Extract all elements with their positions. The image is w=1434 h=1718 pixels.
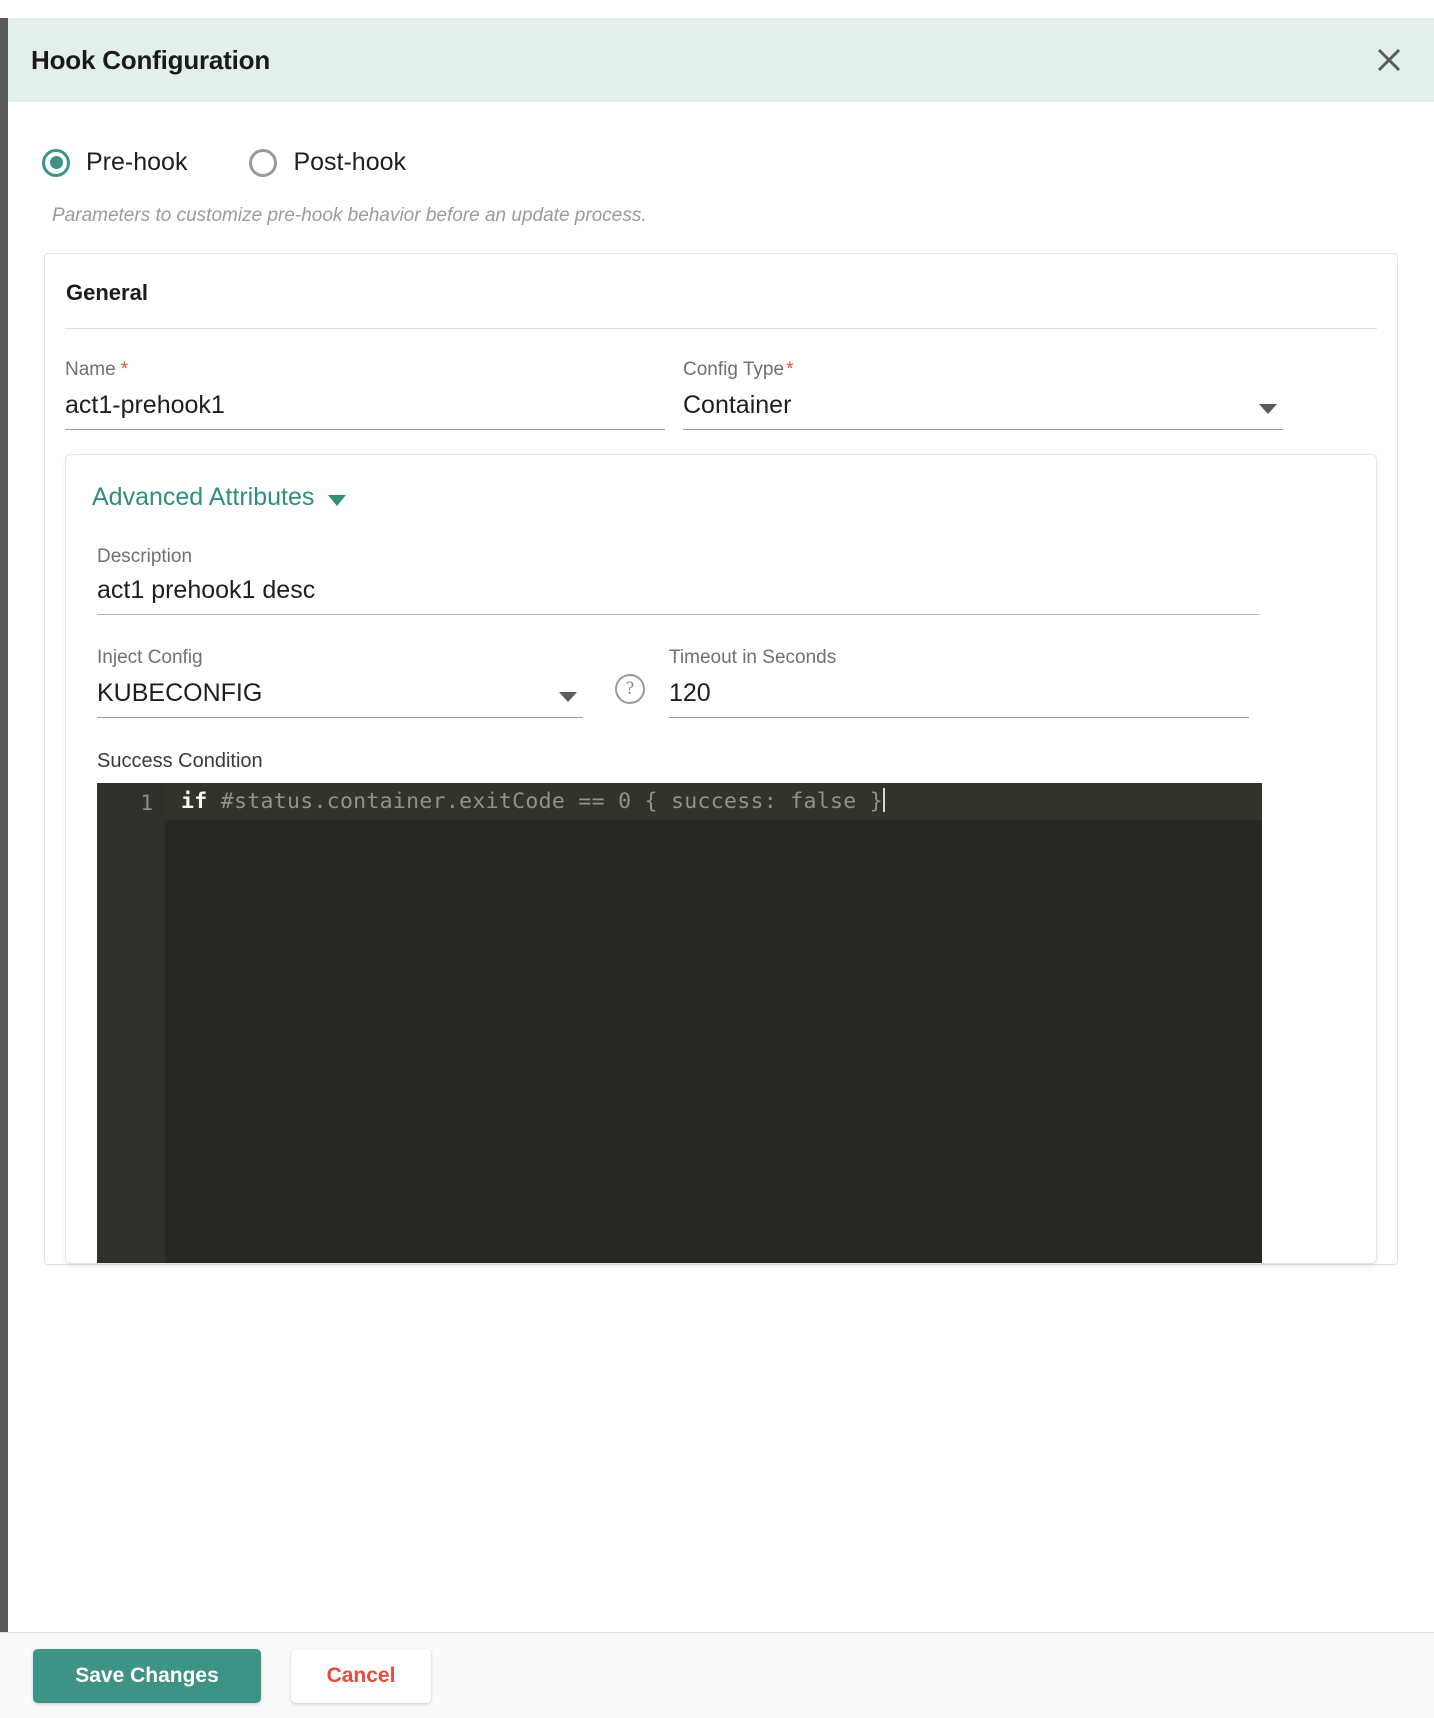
required-asterisk: *	[120, 359, 129, 380]
general-field-row: Name * act1-prehook1 Config Type * Contain…	[65, 329, 1377, 430]
name-field-group: Name * act1-prehook1	[65, 359, 665, 430]
config-type-field-group: Config Type * Container	[683, 359, 1283, 430]
dialog-header: Hook Configuration	[8, 18, 1434, 102]
inject-config-field-group: Inject Config KUBECONFIG	[97, 647, 583, 718]
chevron-down-icon	[328, 495, 347, 506]
radio-unselected-icon	[249, 148, 278, 177]
description-field-group: Description act1 prehook1 desc	[97, 546, 1350, 615]
name-input[interactable]: act1-prehook1	[65, 391, 665, 430]
radio-post-hook-label: Post-hook	[293, 148, 407, 176]
inject-timeout-row: Inject Config KUBECONFIG ? Timeout in Se…	[97, 615, 1350, 718]
required-asterisk: *	[786, 359, 794, 380]
radio-pre-hook-label: Pre-hook	[86, 148, 188, 176]
dialog-body: Pre-hook Post-hook Parameters to customi…	[8, 102, 1434, 1718]
radio-pre-hook[interactable]: Pre-hook	[42, 148, 187, 177]
advanced-attributes-toggle[interactable]: Advanced Attributes	[92, 483, 347, 518]
inject-config-select[interactable]: KUBECONFIG	[97, 679, 583, 718]
chevron-down-icon[interactable]	[559, 692, 577, 702]
code-keyword: if	[181, 789, 208, 814]
close-icon[interactable]	[1370, 41, 1408, 79]
timeout-field-group: Timeout in Seconds 120	[669, 647, 1249, 718]
advanced-attributes-label: Advanced Attributes	[92, 483, 315, 511]
page-title: Hook Configuration	[31, 44, 271, 75]
dialog-left-rail	[0, 0, 8, 1632]
editor-code-line[interactable]: if #status.container.exitCode == 0 { suc…	[165, 783, 1262, 820]
timeout-input[interactable]: 120	[669, 679, 1249, 718]
code-expression: #status.container.exitCode == 0 { succes…	[207, 789, 883, 814]
description-label: Description	[97, 546, 193, 567]
success-condition-editor[interactable]: 1 if #status.container.exitCode == 0 { s…	[97, 783, 1262, 1263]
hook-type-hint: Parameters to customize pre-hook behavio…	[52, 205, 647, 226]
advanced-attributes-card: Advanced Attributes Description act1 pre…	[65, 454, 1377, 1264]
general-section-card: General Name * act1-prehook1 Config Type *…	[44, 253, 1398, 1265]
dialog-left-rail-gap	[0, 0, 8, 18]
description-input[interactable]: act1 prehook1 desc	[97, 576, 1259, 615]
config-type-field-label: Config Type *	[683, 359, 794, 380]
chevron-down-icon[interactable]	[1259, 404, 1277, 414]
radio-selected-icon	[42, 148, 70, 177]
timeout-label: Timeout in Seconds	[669, 647, 837, 668]
editor-line-number: 1	[140, 791, 153, 815]
general-section-title: General	[65, 280, 1377, 329]
inject-config-label: Inject Config	[97, 647, 203, 668]
name-field-label: Name *	[65, 359, 129, 380]
editor-gutter	[97, 783, 165, 1263]
success-condition-label: Success Condition	[97, 750, 263, 772]
dialog-footer: Save Changes Cancel	[0, 1632, 1434, 1718]
cancel-button[interactable]: Cancel	[291, 1648, 431, 1703]
advanced-attributes-body: Description act1 prehook1 desc Inject Co…	[92, 518, 1350, 1263]
config-type-select[interactable]: Container	[683, 391, 1283, 430]
help-circle-icon[interactable]: ?	[615, 674, 645, 704]
radio-post-hook[interactable]: Post-hook	[249, 148, 406, 177]
save-button[interactable]: Save Changes	[33, 1648, 261, 1703]
hook-configuration-dialog: Hook Configuration Pre-hook Post-hook Pa…	[0, 0, 1434, 1718]
hook-type-radio-group: Pre-hook Post-hook	[8, 102, 1434, 177]
text-cursor	[882, 788, 885, 812]
